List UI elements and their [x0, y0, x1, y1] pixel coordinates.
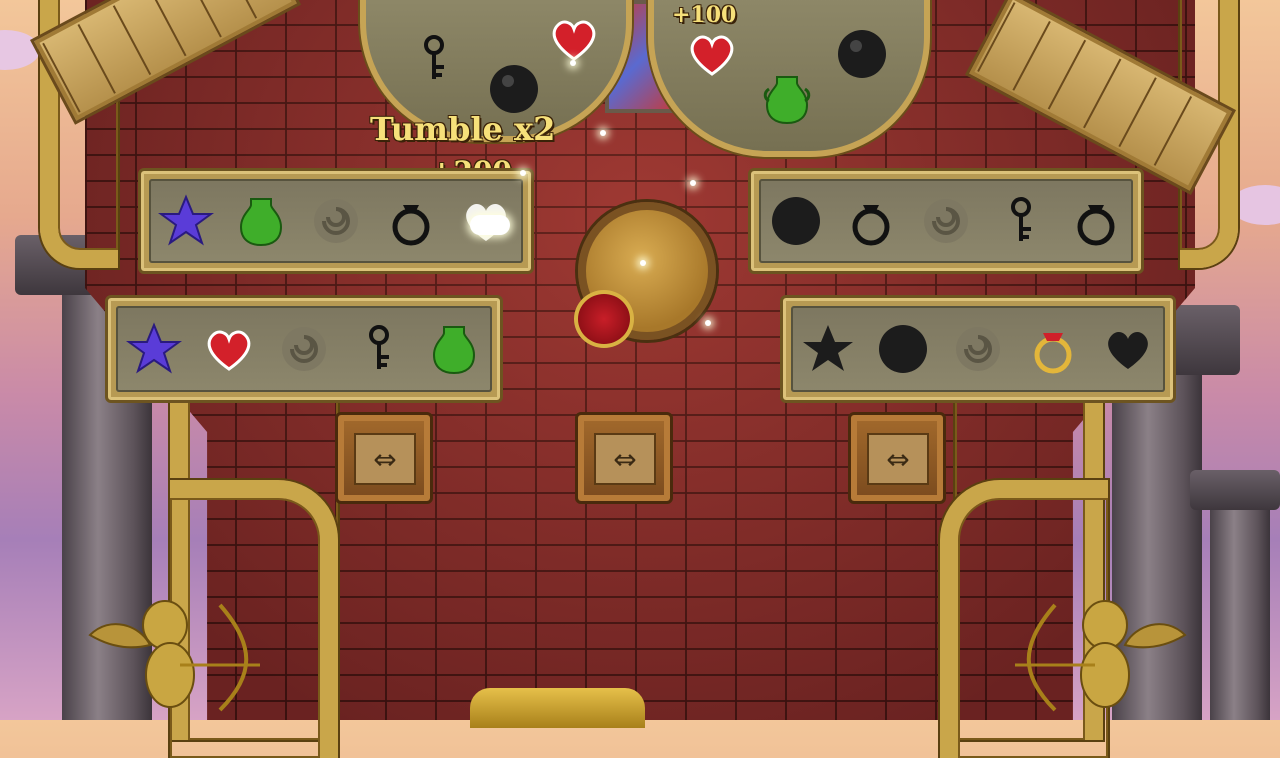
shift-arrows-icon: ⇔ [867, 433, 929, 485]
ring-icon[interactable] [1068, 193, 1124, 249]
swirl-icon[interactable] [308, 193, 364, 249]
far-right-pillar [1210, 480, 1270, 720]
heart-icon[interactable] [201, 321, 257, 377]
black-ball-icon [834, 26, 890, 82]
ruby-ring-piece[interactable] [574, 290, 634, 348]
bottom-ring-ornament [470, 688, 645, 728]
green-vase-icon [759, 71, 815, 127]
heart-icon [546, 11, 602, 67]
black-ball-icon[interactable] [875, 321, 931, 377]
swirl-icon[interactable] [950, 321, 1006, 377]
shift-center-button[interactable]: ⇔ [575, 412, 673, 504]
far-right-pillar-capital [1190, 470, 1280, 510]
sparkle [640, 260, 646, 266]
black-ball-icon[interactable] [768, 193, 824, 249]
sparkle [600, 130, 606, 136]
black-ball-icon [486, 61, 542, 117]
score-popup-top: +100 [672, 2, 737, 28]
star-icon[interactable] [158, 193, 215, 249]
star-icon[interactable] [125, 321, 182, 377]
lower-left-row[interactable] [105, 295, 503, 403]
black-heart-icon[interactable] [1100, 321, 1156, 377]
sparkle [690, 180, 696, 186]
ring-icon[interactable] [383, 193, 439, 249]
row-slot [116, 306, 492, 392]
key-icon[interactable] [993, 193, 1049, 249]
key-icon [406, 31, 462, 87]
sparkle [570, 60, 576, 66]
right-cupid-statue [1010, 585, 1205, 720]
sparkle [470, 215, 510, 235]
shift-arrows-icon: ⇔ [594, 433, 656, 485]
shift-right-button[interactable]: ⇔ [848, 412, 946, 504]
black-star-icon[interactable] [800, 321, 856, 377]
sparkle [520, 170, 526, 176]
upper-right-row[interactable] [748, 168, 1144, 274]
row-slot [791, 306, 1165, 392]
row-slot [149, 179, 523, 263]
left-cupid-statue [70, 585, 260, 720]
sparkle [705, 320, 711, 326]
row-slot [759, 179, 1133, 263]
combo-text: Tumble x2 [370, 110, 556, 148]
shift-left-button[interactable]: ⇔ [335, 412, 433, 504]
key-icon[interactable] [351, 321, 407, 377]
green-vase-icon[interactable] [426, 321, 482, 377]
shift-arrows-icon: ⇔ [354, 433, 416, 485]
cloud [0, 30, 40, 70]
ring-icon[interactable] [843, 193, 899, 249]
heart-icon [684, 26, 740, 82]
lower-right-row[interactable] [780, 295, 1176, 403]
swirl-icon[interactable] [276, 321, 332, 377]
green-vase-icon[interactable] [233, 193, 289, 249]
gold-ring-icon[interactable] [1025, 321, 1081, 377]
swirl-icon[interactable] [918, 193, 974, 249]
